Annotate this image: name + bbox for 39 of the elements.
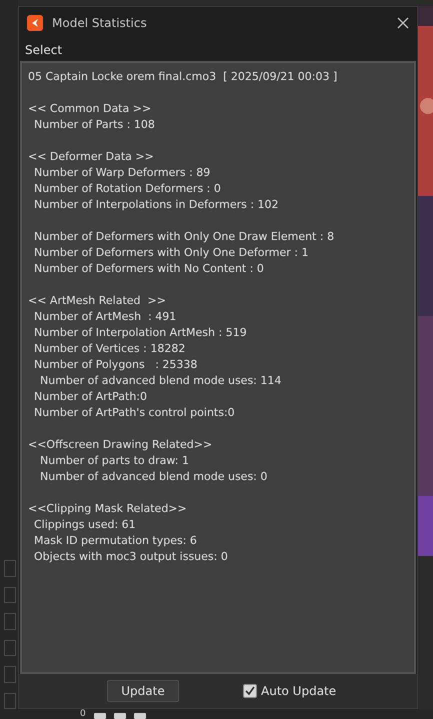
app-logo-icon [27, 15, 43, 31]
statistic-line: Number of Interpolations in Deformers : 102 [33, 197, 280, 213]
section-heading: <<Clipping Mask Related>> [28, 501, 188, 517]
panel-toggle[interactable] [4, 666, 16, 682]
panel-toggle[interactable] [4, 560, 16, 576]
panel-toggle[interactable] [4, 613, 16, 630]
statistic-line: Number of Rotation Deformers : 0 [33, 181, 222, 197]
section-heading: <<Offscreen Drawing Related>> [28, 437, 214, 453]
statistic-line: Number of advanced blend mode uses: 0 [39, 469, 268, 485]
statistic-line: Number of Vertices : 18282 [33, 341, 186, 357]
panel-toggle[interactable] [4, 586, 16, 603]
statistic-line: Number of parts to draw: 1 [39, 453, 190, 469]
statistic-line: Mask ID permutation types: 6 [33, 533, 198, 549]
statistic-line: Number of Interpolation ArtMesh : 519 [33, 325, 248, 341]
statistic-line: Number of Deformers with Only One Draw Element : 8 [33, 229, 336, 245]
statistic-line: Number of Deformers with Only One Deformer : 1 [33, 245, 310, 261]
panel-toggle[interactable] [4, 640, 16, 656]
close-icon[interactable] [397, 17, 409, 29]
section-heading: << Common Data >> [28, 101, 152, 117]
auto-update-checkbox[interactable] [243, 684, 257, 698]
section-heading: << ArtMesh Related >> [28, 293, 167, 309]
statistic-line: Number of Deformers with No Content : 0 [33, 261, 265, 277]
statistic-line: Objects with moc3 output issues: 0 [33, 549, 229, 565]
checkbox-label: Auto Update [261, 684, 336, 698]
statistic-line: Number of ArtMesh : 491 [33, 309, 178, 325]
section-heading: << Deformer Data >> [28, 149, 155, 165]
panel-toggle[interactable] [4, 692, 16, 709]
window-title: Model Statistics [52, 16, 148, 30]
statistic-line: Number of ArtPath's control points:0 [33, 405, 236, 421]
statistic-line: Number of Warp Deformers : 89 [33, 165, 212, 181]
menu-item[interactable]: Select [25, 43, 62, 57]
statistic-line: Clippings used: 61 [33, 517, 137, 533]
statistic-line: Number of ArtPath:0 [33, 389, 148, 405]
statistic-line: Number of Polygons : 25338 [33, 357, 198, 373]
statistic-line: Number of Parts : 108 [33, 117, 156, 133]
update-button[interactable]: Update [107, 680, 179, 702]
file-info: 05 Captain Locke orem final.cmo3 [ 2025/09/21 00:03 ] [28, 69, 338, 85]
statistic-line: Number of advanced blend mode uses: 114 [39, 373, 282, 389]
counter-text: 0 [80, 710, 86, 719]
